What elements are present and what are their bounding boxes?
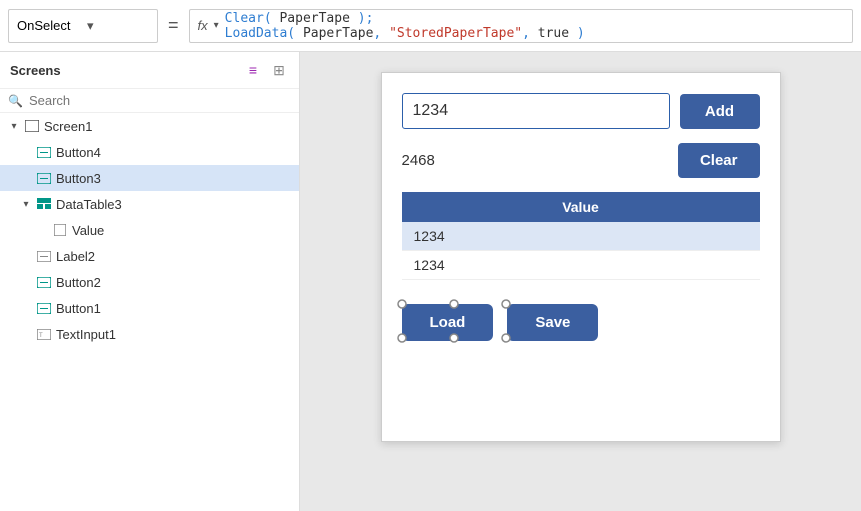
app-preview: Add 2468 Clear Value 1234 [381,72,781,442]
table-cell: 1234 [402,251,760,280]
tree-item-screen1[interactable]: ▾ Screen1 [0,113,299,139]
tree-label-screen1: Screen1 [44,119,92,134]
equals-sign: = [164,15,183,36]
formula-bar[interactable]: fx ▾ Clear( PaperTape ); LoadData( Paper… [189,9,853,43]
button-icon [36,144,52,160]
search-input[interactable] [29,93,291,108]
button-icon [36,300,52,316]
tree-label-button1: Button1 [56,301,101,316]
button-icon [36,274,52,290]
clear-button[interactable]: Clear [678,143,760,178]
sidebar: Screens ≡ ⊞ 🔍 ▾ Screen1 [0,52,300,511]
add-button[interactable]: Add [680,94,760,129]
table-row: 1234 [402,222,760,251]
save-button[interactable]: Save [507,304,598,341]
checkbox-icon [52,222,68,238]
tree-label-button3: Button3 [56,171,101,186]
tree-item-button1[interactable]: Button1 [0,295,299,321]
tree-label-button4: Button4 [56,145,101,160]
label-icon [36,248,52,264]
sidebar-icons: ≡ ⊞ [243,60,289,80]
label-row: 2468 Clear [402,143,760,178]
button-icon [36,170,52,186]
load-button-container: Load [402,304,494,341]
event-dropdown[interactable]: OnSelect ▾ [8,9,158,43]
tree-item-label2[interactable]: Label2 [0,243,299,269]
table-header: Value [402,192,760,222]
fx-arrow-icon: ▾ [214,20,219,31]
tree-item-value[interactable]: Value [0,217,299,243]
sidebar-title: Screens [10,63,61,78]
toolbar: OnSelect ▾ = fx ▾ Clear( PaperTape ); Lo… [0,0,861,52]
label-value: 2468 [402,152,668,169]
tree-label-label2: Label2 [56,249,95,264]
textinput-icon: T [36,326,52,342]
formula-text: Clear( PaperTape ); LoadData( PaperTape,… [225,11,585,41]
input-row: Add [402,93,760,129]
load-button[interactable]: Load [402,304,494,341]
chevron-icon: ▾ [8,121,20,132]
tree-label-value: Value [72,223,104,238]
tree: ▾ Screen1 Button4 Button3 [0,113,299,511]
svg-text:T: T [39,333,43,339]
main-layout: Screens ≡ ⊞ 🔍 ▾ Screen1 [0,52,861,511]
tree-item-button2[interactable]: Button2 [0,269,299,295]
tree-item-button3[interactable]: Button3 [0,165,299,191]
tree-label-datatable3: DataTable3 [56,197,122,212]
tree-label-textinput1: TextInput1 [56,327,116,342]
dropdown-label: OnSelect [17,18,79,33]
chevron-icon: ▾ [20,199,32,210]
search-box: 🔍 [0,89,299,113]
dropdown-arrow-icon: ▾ [87,18,149,34]
grid-view-icon[interactable]: ⊞ [269,60,289,80]
search-icon: 🔍 [8,94,23,108]
text-input[interactable] [402,93,670,129]
table-row: 1234 [402,251,760,280]
sidebar-header: Screens ≡ ⊞ [0,52,299,89]
canvas-area: Add 2468 Clear Value 1234 [300,52,861,511]
table-icon [36,196,52,212]
data-table: Value 1234 1234 [402,192,760,280]
tree-label-button2: Button2 [56,275,101,290]
table-cell: 1234 [402,222,760,251]
tree-item-button4[interactable]: Button4 [0,139,299,165]
bottom-row: Load Save [402,304,760,341]
fx-label: fx [198,18,208,33]
screen-icon [24,118,40,134]
list-view-icon[interactable]: ≡ [243,60,263,80]
tree-item-datatable3[interactable]: ▾ DataTable3 [0,191,299,217]
tree-item-textinput1[interactable]: T TextInput1 [0,321,299,347]
